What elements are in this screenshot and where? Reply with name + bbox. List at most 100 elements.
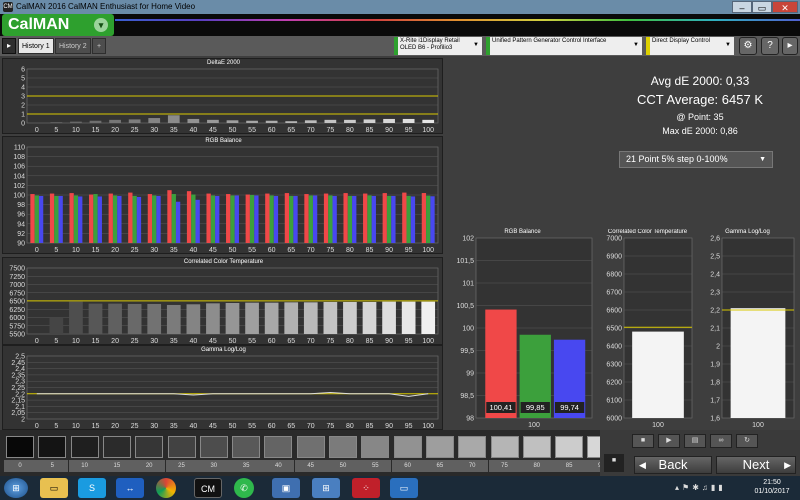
taskbar-teamviewer[interactable]: ↔ <box>116 478 144 498</box>
rgb-balance-bar <box>249 195 255 243</box>
deltae-bar <box>109 119 121 123</box>
y-tick-label: 3 <box>21 94 25 101</box>
x-tick-label: 25 <box>131 338 139 345</box>
x-tick-label: 30 <box>150 247 158 254</box>
pattern-generator-select[interactable]: Unified Pattern Generator Control Interf… <box>486 37 642 55</box>
patch-swatch-label: 5 <box>36 460 69 472</box>
y-tick-label: 7000 <box>9 282 25 289</box>
taskbar-app[interactable]: ▣ <box>272 478 300 498</box>
forward-button[interactable]: ▸ <box>782 37 798 55</box>
x-tick-label: 20 <box>111 247 119 254</box>
cct-bar <box>245 302 259 334</box>
maximize-button[interactable]: ▭ <box>752 1 772 13</box>
patch-swatch[interactable] <box>102 436 131 458</box>
y-tick-label: 2,15 <box>11 398 25 405</box>
x-tick-label: 100 <box>422 247 434 254</box>
taskbar-chrome[interactable] <box>156 478 176 498</box>
y-tick-label: 102 <box>13 183 25 190</box>
minimize-button[interactable]: – <box>732 1 752 13</box>
back-button[interactable]: ◀ Back <box>634 456 712 474</box>
refresh-button[interactable]: ↻ <box>736 434 758 448</box>
rgb-balance-bar <box>206 193 211 243</box>
stop-icon: ■ <box>640 437 646 444</box>
deltae-bar <box>344 119 356 123</box>
patch-swatch[interactable] <box>264 436 293 458</box>
patch-swatch[interactable] <box>555 436 584 458</box>
patch-swatch[interactable] <box>329 436 357 458</box>
y-tick-label: 5 <box>21 76 25 83</box>
help-button[interactable]: ? <box>761 37 779 55</box>
patch-swatch[interactable] <box>490 436 519 458</box>
taskbar-dots-app[interactable]: ⁘ <box>352 478 380 498</box>
display-control-select[interactable]: Direct Display Control ▼ <box>646 37 734 55</box>
x-tick-label: 30 <box>150 423 158 430</box>
stop-measure-button[interactable]: ■ <box>604 454 624 472</box>
y-tick-label: 96 <box>17 212 25 219</box>
stop-button[interactable]: ■ <box>632 434 654 448</box>
system-tray-icons[interactable]: ▴⚑✱♫▮▮ <box>675 483 726 492</box>
patch-swatch[interactable] <box>38 436 67 458</box>
x-tick-label: 55 <box>248 247 256 254</box>
meter-device-name: X-Rite i1Display Retail <box>400 38 460 44</box>
patch-swatch[interactable] <box>522 436 551 458</box>
taskbar-network[interactable]: ⊞ <box>312 478 340 498</box>
rgb-balance-bar <box>34 195 39 243</box>
patch-swatch-label: 80 <box>520 460 553 472</box>
stop-icon: ■ <box>611 457 617 464</box>
help-icon: ? <box>767 40 773 51</box>
deltae-bar <box>324 119 337 123</box>
x-tick-label: 50 <box>229 338 237 345</box>
add-tab-button[interactable]: + <box>92 38 106 54</box>
patch-swatch[interactable] <box>232 436 261 458</box>
y-tick-label: 6400 <box>606 344 622 351</box>
patch-swatch[interactable] <box>361 436 390 458</box>
gamma-bar <box>730 308 786 418</box>
y-tick-label: 6800 <box>606 272 622 279</box>
settings-button[interactable]: ⚙ <box>739 37 757 55</box>
y-tick-label: 98,5 <box>460 393 474 400</box>
x-tick-label: 15 <box>92 338 100 345</box>
patch-swatch[interactable] <box>199 436 228 458</box>
app-logo-button[interactable]: CalMAN ▾ <box>2 14 114 36</box>
chevron-down-icon: ▼ <box>759 156 766 163</box>
patch-swatch[interactable] <box>296 436 325 458</box>
patch-swatch-label: 25 <box>165 460 198 472</box>
cct-bar <box>303 302 318 334</box>
sidebar-toggle-button[interactable]: ▸ <box>2 38 16 54</box>
patch-swatch[interactable] <box>167 436 196 458</box>
start-button[interactable]: ⊞ <box>4 478 28 498</box>
play-button[interactable]: ▶ <box>658 434 680 448</box>
meter-device-select[interactable]: X-Rite i1Display Retail OLED B6 - Profil… <box>394 37 482 55</box>
patch-swatch[interactable] <box>458 436 487 458</box>
rgb-balance-bar <box>312 195 318 243</box>
y-tick-label: 6600 <box>606 308 622 315</box>
x-tick-label: 60 <box>268 127 276 134</box>
rgb-balance-bar <box>328 195 333 243</box>
tab-history-2[interactable]: History 2 <box>55 38 91 54</box>
cct-detail-panel: Correlated Color Temperature 6000 6100 620… <box>600 226 695 430</box>
taskbar-whatsapp[interactable]: ✆ <box>234 478 254 498</box>
patch-swatch[interactable] <box>6 436 34 458</box>
read-series-button[interactable]: ▤ <box>684 434 706 448</box>
taskbar-calman[interactable]: CM <box>194 478 222 498</box>
patch-swatch-bar: 0510152025303540455055606570758085909510… <box>0 430 682 476</box>
taskbar-monitor[interactable]: ▭ <box>390 478 418 498</box>
taskbar-skype[interactable]: S <box>78 478 106 498</box>
x-tick-label: 90 <box>385 247 393 254</box>
y-tick-label: 6500 <box>606 326 622 333</box>
x-tick-label: 10 <box>72 423 80 430</box>
loop-button[interactable]: ∞ <box>710 434 732 448</box>
x-tick-label: 45 <box>209 338 217 345</box>
y-tick-label: 1,6 <box>710 416 720 423</box>
close-button[interactable]: ✕ <box>772 1 798 13</box>
rgb-balance-bar <box>273 195 279 243</box>
patch-swatch[interactable] <box>70 436 99 458</box>
taskbar-explorer[interactable]: ▭ <box>40 478 68 498</box>
point-set-dropdown[interactable]: 21 Point 5% step 0-100% ▼ <box>619 151 773 168</box>
patch-swatch[interactable] <box>135 436 164 458</box>
patch-swatch[interactable] <box>425 436 454 458</box>
tab-history-1[interactable]: History 1 <box>18 38 54 54</box>
patch-swatch[interactable] <box>393 436 422 458</box>
cct-bar <box>382 301 396 334</box>
next-button[interactable]: Next ▶ <box>716 456 796 474</box>
